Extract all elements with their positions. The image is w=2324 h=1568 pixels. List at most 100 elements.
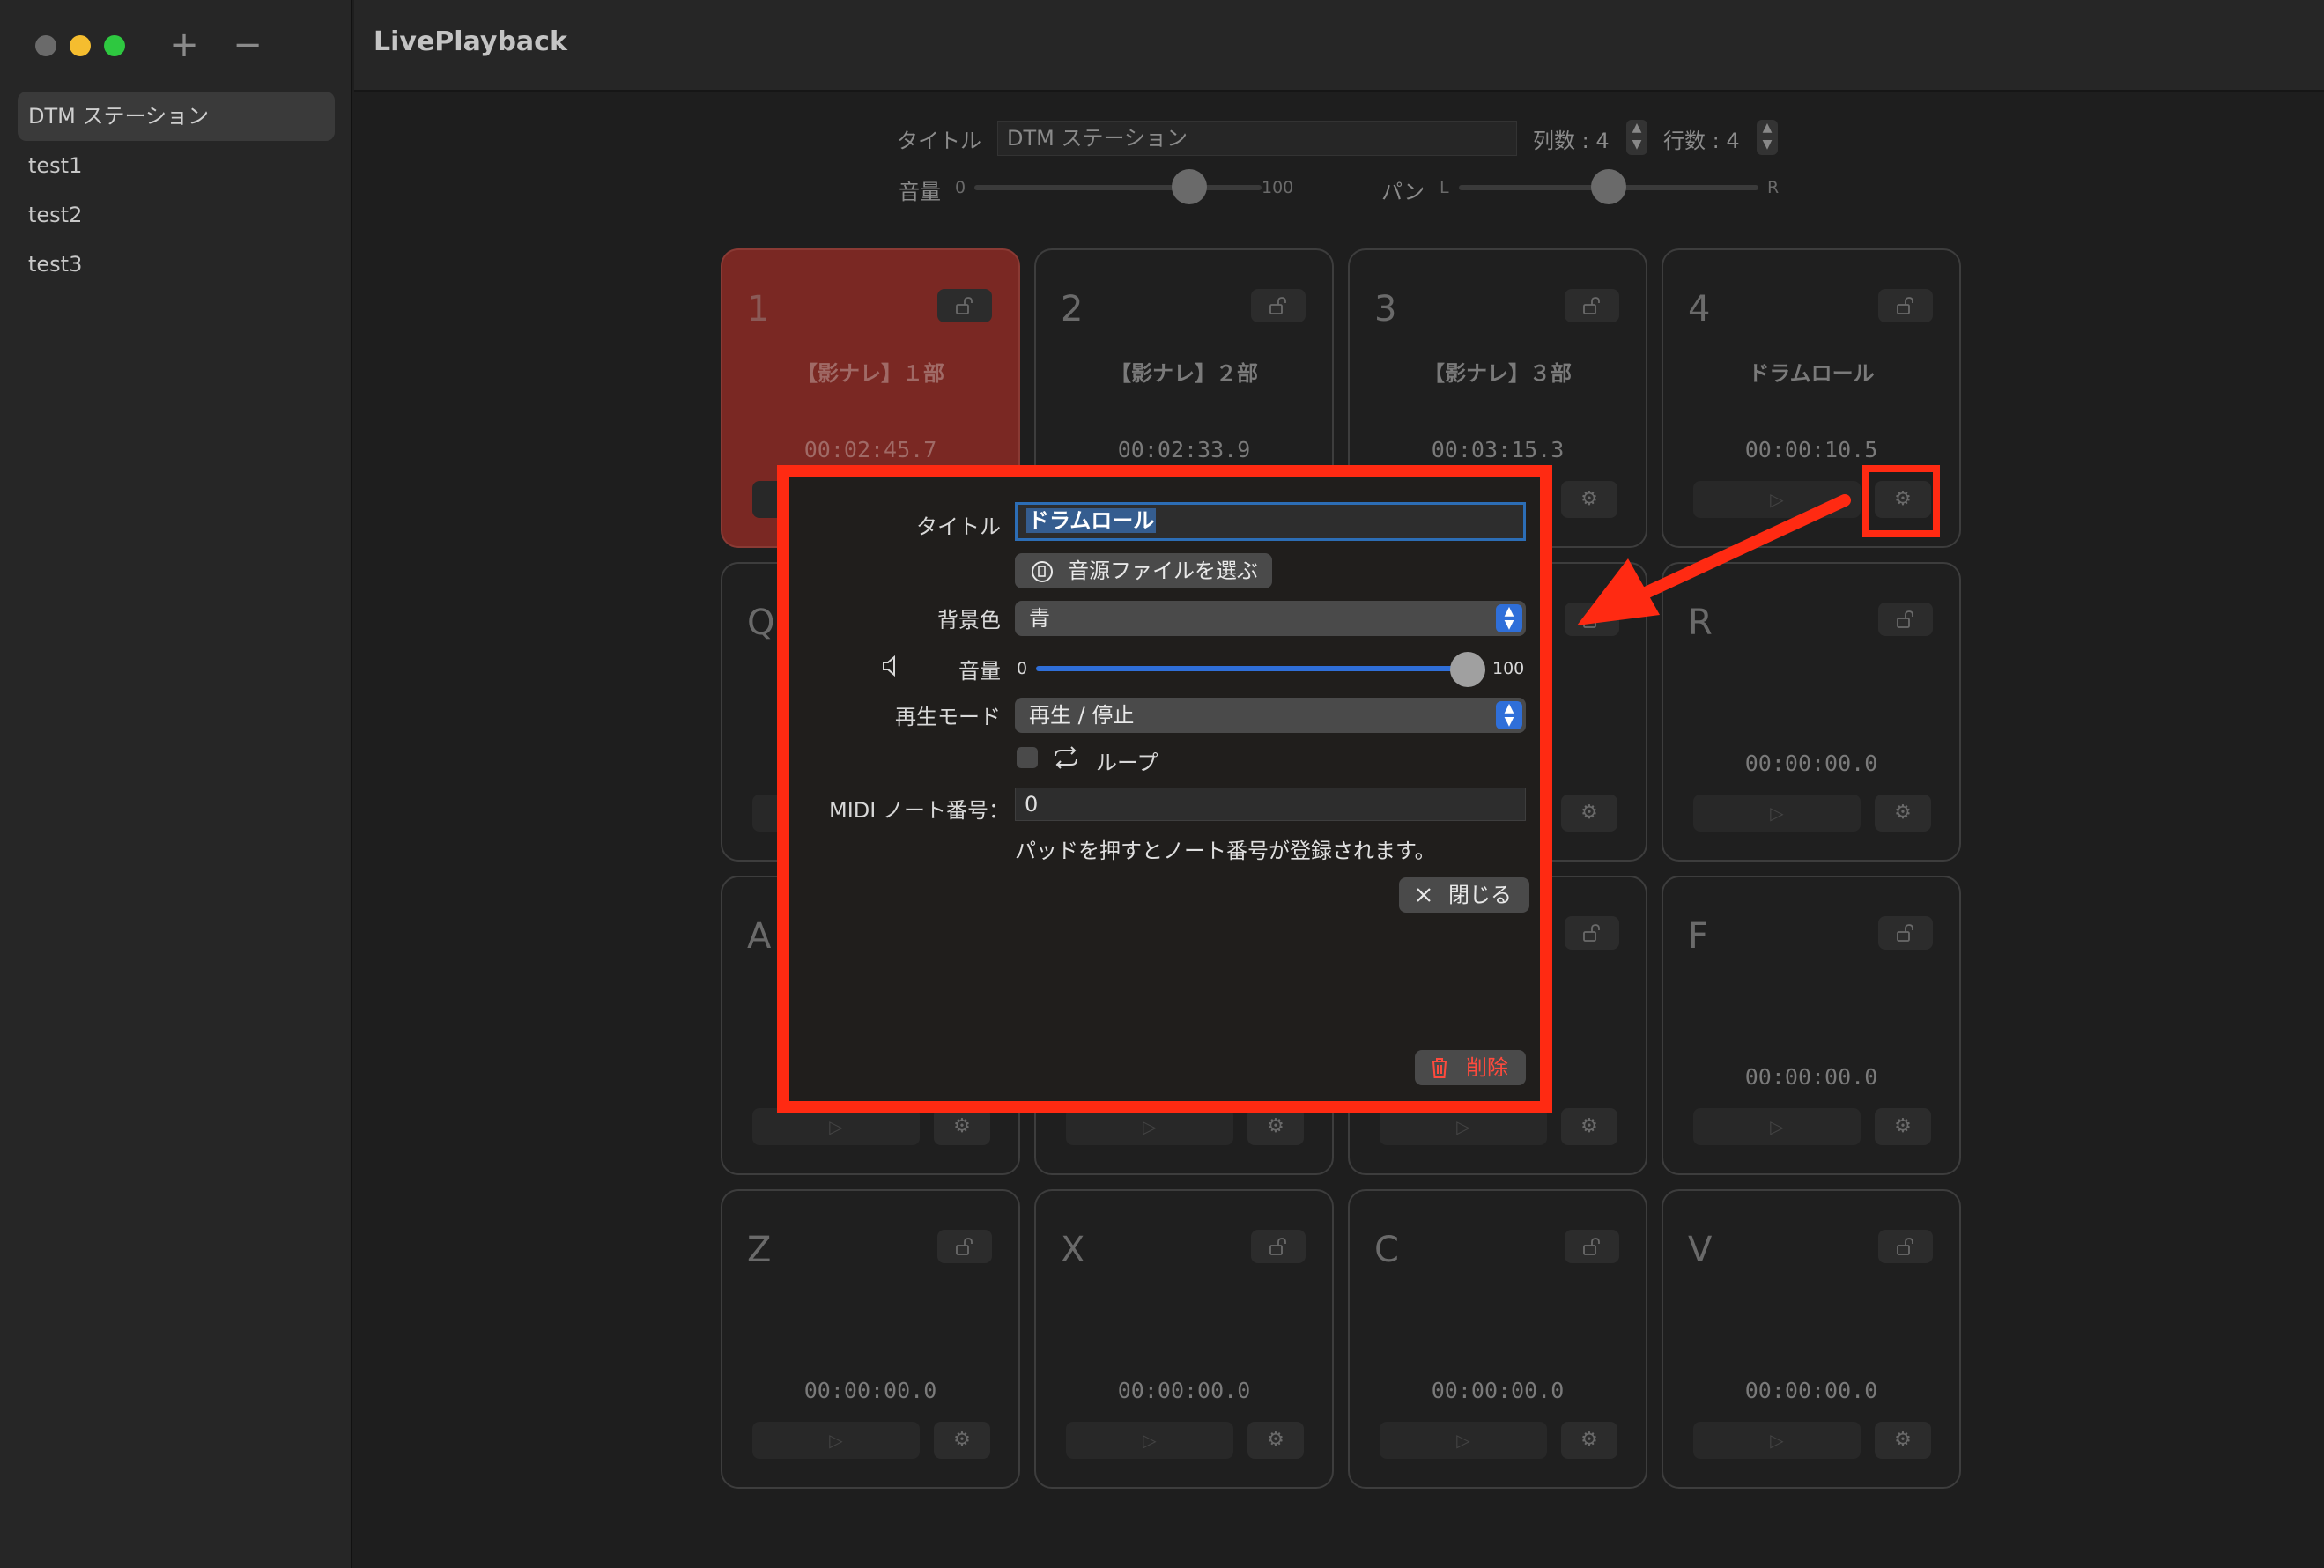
gear-icon: ⚙	[1267, 1115, 1284, 1137]
sidebar-item-test2[interactable]: test2	[18, 190, 335, 240]
play-icon: ▷	[1143, 1430, 1157, 1451]
sidebar-item-test1[interactable]: test1	[18, 141, 335, 190]
trash-icon	[1432, 1058, 1447, 1078]
pad-lock-button[interactable]	[1565, 916, 1619, 950]
pad-play-button[interactable]: ▷	[1380, 1422, 1547, 1459]
master-volume-knob[interactable]	[1172, 169, 1207, 204]
pad-volume-min: 0	[1017, 659, 1028, 678]
master-volume-max: 100	[1262, 178, 1294, 197]
pad-lock-button[interactable]	[937, 289, 992, 322]
pad-settings-button[interactable]: ⚙	[1247, 1108, 1304, 1145]
pad-lock-button[interactable]	[937, 1230, 992, 1263]
window-zoom-button[interactable]	[104, 35, 125, 56]
pad-title-input[interactable]: ドラムロール	[1015, 502, 1526, 541]
pad-settings-button[interactable]: ⚙	[1561, 795, 1617, 832]
pad-play-button[interactable]: ▷	[1066, 1422, 1233, 1459]
lock-open-icon	[1583, 297, 1600, 314]
pad-duration: 00:00:10.5	[1744, 437, 1878, 462]
pad-lock-button[interactable]	[1565, 289, 1619, 322]
lock-open-icon	[956, 297, 973, 314]
background-color-value: 青	[1029, 606, 1050, 631]
station-title-input[interactable]: DTM ステーション	[997, 121, 1517, 156]
pad-volume-knob[interactable]	[1450, 652, 1485, 687]
pad-lock-button[interactable]	[1878, 1230, 1933, 1263]
pad-14[interactable]: X 00:00:00.0 ▷ ⚙	[1034, 1189, 1334, 1489]
pad-play-button[interactable]: ▷	[1066, 1108, 1233, 1145]
pad-duration: 00:00:00.0	[1431, 1378, 1565, 1403]
pad-play-button[interactable]: ▷	[1693, 1108, 1861, 1145]
pad-settings-button[interactable]: ⚙	[934, 1108, 990, 1145]
pad-play-button[interactable]: ▷	[1380, 1108, 1547, 1145]
playback-mode-select[interactable]: 再生 / 停止 ▲ ▼	[1015, 698, 1526, 733]
pad-settings-button[interactable]: ⚙	[1875, 795, 1931, 832]
pad-key-label: Q	[747, 603, 775, 643]
pad-16[interactable]: V 00:00:00.0 ▷ ⚙	[1662, 1189, 1961, 1489]
master-pan-knob[interactable]	[1591, 169, 1626, 204]
pad-lock-button[interactable]	[1878, 289, 1933, 322]
sidebar-item-test3[interactable]: test3	[18, 240, 335, 289]
remove-station-button[interactable]: −	[226, 23, 270, 67]
pad-duration: 00:03:15.3	[1431, 437, 1565, 462]
pad-lock-button[interactable]	[1878, 603, 1933, 636]
pad-duration: 00:00:00.0	[803, 1378, 937, 1403]
add-station-button[interactable]: +	[162, 23, 206, 67]
gear-icon: ⚙	[1894, 1429, 1912, 1451]
pad-key-label: X	[1061, 1230, 1085, 1270]
playback-mode-value: 再生 / 停止	[1029, 703, 1135, 728]
pad-13[interactable]: Z 00:00:00.0 ▷ ⚙	[721, 1189, 1020, 1489]
pad-volume-max: 100	[1492, 659, 1525, 678]
window-minimize-button[interactable]	[70, 35, 91, 56]
pad-settings-button[interactable]: ⚙	[1561, 1422, 1617, 1459]
toolbar	[354, 0, 2324, 92]
close-button[interactable]: 閉じる	[1399, 877, 1529, 913]
pad-settings-button[interactable]: ⚙	[1875, 1422, 1931, 1459]
midi-note-input[interactable]: 0	[1015, 788, 1526, 821]
columns-stepper[interactable]: ▲ ▼	[1626, 120, 1647, 155]
pad-play-button[interactable]: ▷	[752, 1422, 920, 1459]
play-icon: ▷	[1770, 802, 1784, 824]
choose-audio-file-button[interactable]: 音源ファイルを選ぶ	[1015, 553, 1272, 588]
pad-duration: 00:02:45.7	[803, 437, 937, 462]
pad-settings-button[interactable]: ⚙	[1247, 1422, 1304, 1459]
sidebar: + − DTM ステーション test1 test2 test3	[0, 0, 352, 1568]
lock-open-icon	[1583, 1238, 1600, 1255]
pad-lock-button[interactable]	[1565, 1230, 1619, 1263]
rows-stepper[interactable]: ▲ ▼	[1757, 120, 1778, 155]
play-icon: ▷	[1456, 1430, 1470, 1451]
pad-lock-button[interactable]	[1878, 916, 1933, 950]
audio-file-icon	[1032, 561, 1053, 582]
pad-key-label: 2	[1061, 289, 1084, 329]
sidebar-item-dtm-station[interactable]: DTM ステーション	[18, 92, 335, 141]
pad-volume-slider[interactable]	[1036, 666, 1468, 671]
pad-duration: 00:00:00.0	[1117, 1378, 1251, 1403]
title-label: タイトル	[897, 129, 981, 153]
pad-lock-button[interactable]	[1251, 1230, 1306, 1263]
pad-15[interactable]: C 00:00:00.0 ▷ ⚙	[1348, 1189, 1647, 1489]
dialog-title-label: タイトル	[916, 514, 1001, 539]
pad-title-selection: ドラムロール	[1026, 508, 1157, 533]
pad-key-label: 4	[1688, 289, 1711, 329]
highlight-box	[1862, 465, 1940, 537]
pad-settings-button[interactable]: ⚙	[1875, 1108, 1931, 1145]
window-close-button[interactable]	[35, 35, 56, 56]
pad-key-label: V	[1688, 1230, 1713, 1270]
play-icon: ▷	[1770, 1430, 1784, 1451]
pad-lock-button[interactable]	[1251, 289, 1306, 322]
pad-play-button[interactable]: ▷	[1693, 1422, 1861, 1459]
pad-duration: 00:00:00.0	[1744, 1064, 1878, 1090]
gear-icon: ⚙	[1580, 802, 1598, 824]
master-volume-track[interactable]	[974, 185, 1262, 190]
background-color-select[interactable]: 青 ▲ ▼	[1015, 601, 1526, 636]
pad-settings-button[interactable]: ⚙	[1561, 1108, 1617, 1145]
choose-audio-file-label: 音源ファイルを選ぶ	[1068, 558, 1258, 583]
loop-checkbox[interactable]	[1017, 747, 1038, 768]
background-color-label: 背景色	[937, 608, 1001, 632]
pad-play-button[interactable]: ▷	[752, 1108, 920, 1145]
delete-button[interactable]: 削除	[1415, 1050, 1526, 1085]
pad-12[interactable]: F 00:00:00.0 ▷ ⚙	[1662, 876, 1961, 1175]
pad-settings-dialog: タイトル ドラムロール 音源ファイルを選ぶ 背景色 青 ▲ ▼ 音量 0 100 …	[777, 465, 1552, 1113]
pad-play-button[interactable]: ▷	[1693, 795, 1861, 832]
lock-open-icon	[956, 1238, 973, 1255]
pad-settings-button[interactable]: ⚙	[934, 1422, 990, 1459]
pad-title: 【影ナレ】１部	[796, 361, 944, 386]
